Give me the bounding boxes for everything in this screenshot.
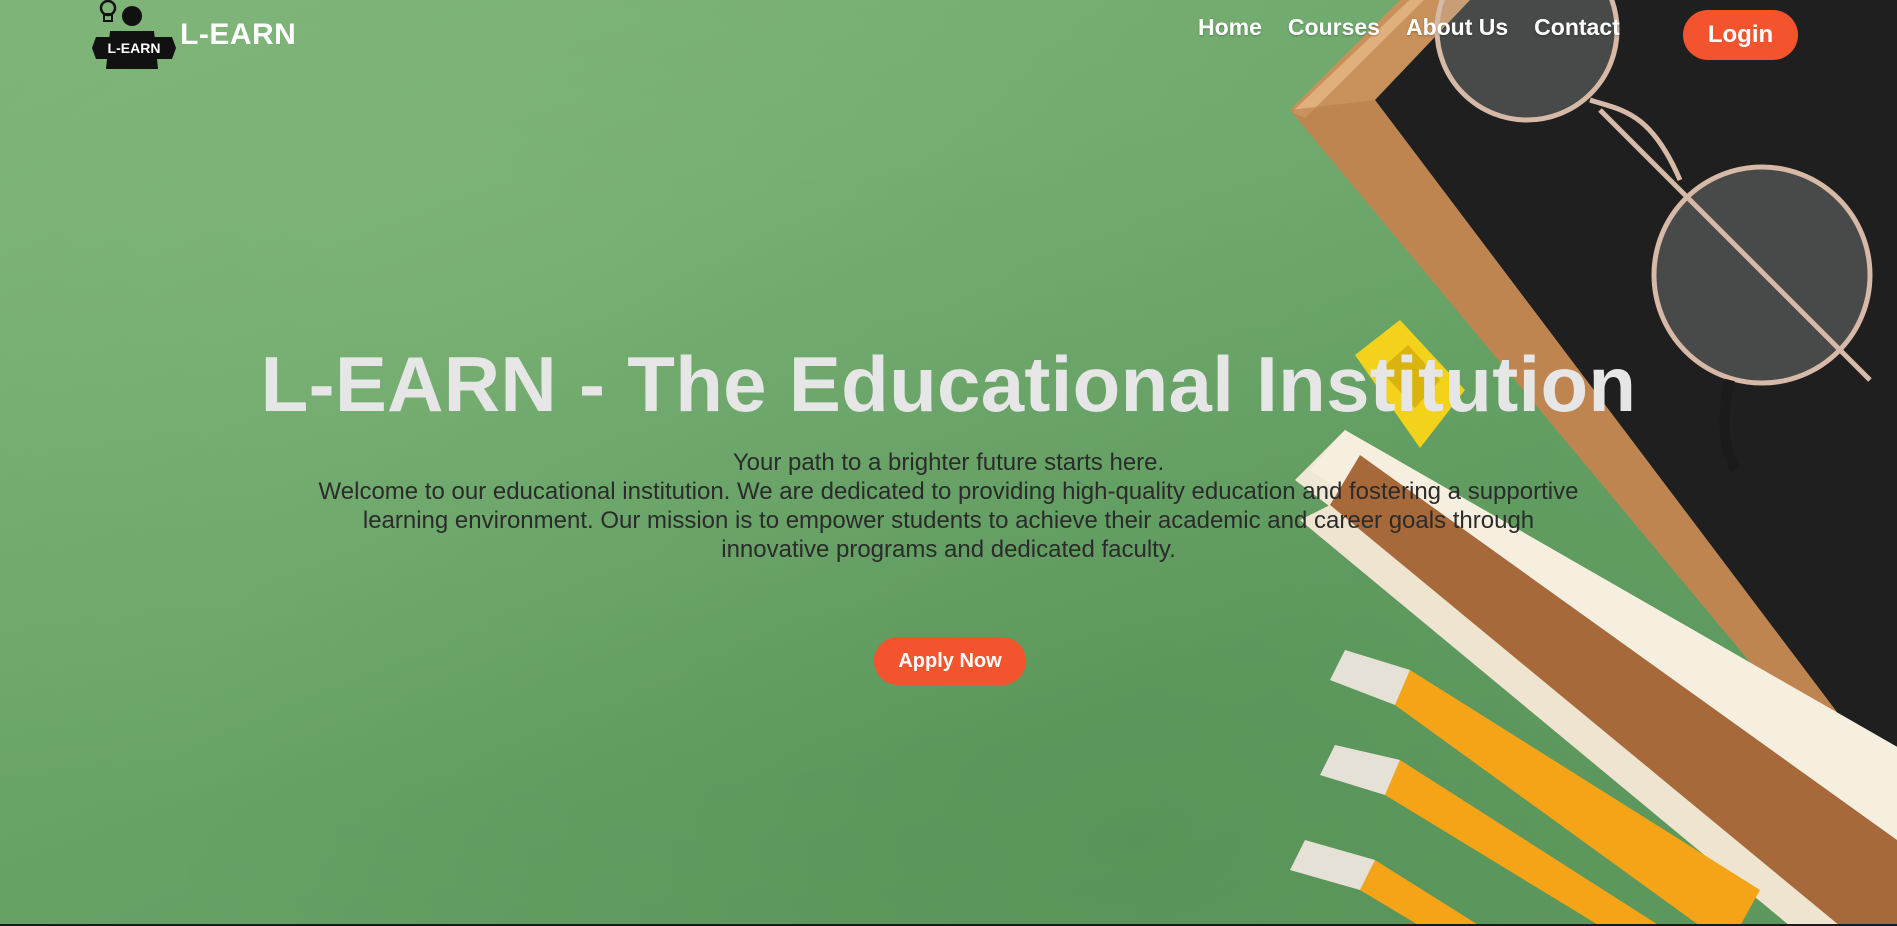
hero-tagline: Your path to a brighter future starts he… (732, 449, 1165, 476)
apply-now-button[interactable]: Apply Now (874, 637, 1026, 685)
nav-link-contact[interactable]: Contact (1534, 14, 1620, 41)
nav-link-about-us[interactable]: About Us (1406, 14, 1508, 41)
hero-title: L-EARN - The Educational Institution (260, 340, 1637, 428)
student-with-lightbulb-icon: L-EARN (92, 0, 176, 69)
nav-link-home[interactable]: Home (1198, 14, 1262, 41)
logo-text: L-EARN (108, 40, 161, 56)
pencils-illustration (1290, 650, 1760, 926)
brand-name: L-EARN (180, 18, 297, 51)
hero-section: L-EARN - The Educational Institution You… (0, 336, 1897, 564)
brand[interactable]: L-EARN L-EARN (92, 0, 296, 72)
nav-link-courses[interactable]: Courses (1288, 14, 1380, 41)
login-button[interactable]: Login (1683, 10, 1798, 60)
page: L-EARN L-EARN Home Courses About Us Cont… (0, 0, 1897, 926)
hero-description: Welcome to our educational institution. … (318, 478, 1579, 563)
navbar: L-EARN L-EARN Home Courses About Us Cont… (0, 0, 1897, 70)
nav-links: Home Courses About Us Contact (1198, 14, 1646, 41)
